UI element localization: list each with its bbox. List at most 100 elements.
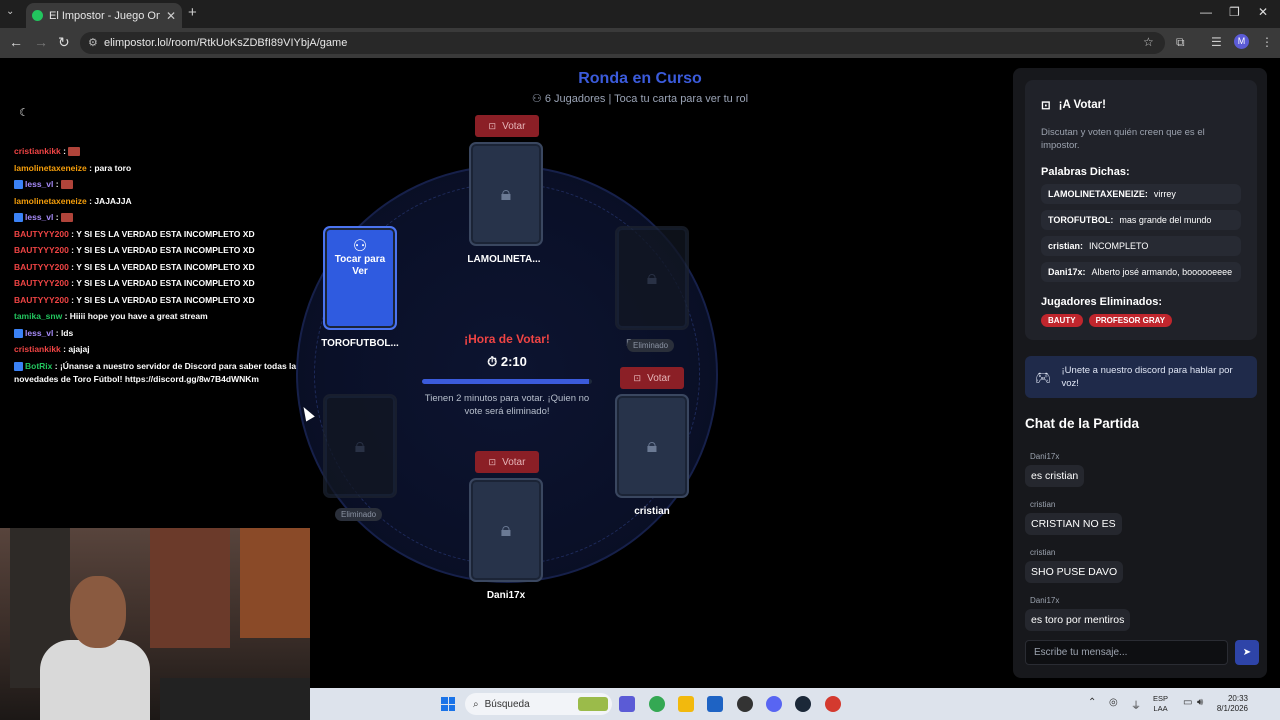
chat-username: cristiankikk xyxy=(14,344,61,354)
stream-chat-line: BAUTYYY200 : Y SI ES LA VERDAD ESTA INCO… xyxy=(14,245,255,255)
round-title: Ronda en Curso xyxy=(578,70,702,87)
vote-hint: Discutan y voten quién creen que es el i… xyxy=(1041,127,1205,151)
vote-button-bottom[interactable]: ⊡ Votar xyxy=(475,451,539,473)
badge-icon xyxy=(14,328,23,338)
discord-taskbar-icon[interactable] xyxy=(766,696,782,712)
chat-message-text: SHO PUSE DAVO xyxy=(1025,561,1124,583)
address-text: elimpostor.lol/room/RtkUoKsZDBfI89VIYbjA… xyxy=(104,37,348,49)
chat-message-text: es cristian xyxy=(1025,465,1085,487)
stream-chat-line: less_vl : xyxy=(14,176,310,193)
address-bar[interactable]: ⚙ elimpostor.lol/room/RtkUoKsZDBfI89VIYb… xyxy=(80,32,1165,54)
chat-username: tamika_snw xyxy=(14,311,63,321)
lock-icon: 🔒︎ xyxy=(646,434,658,457)
eliminated-list: BAUTY PROFESOR GRAY xyxy=(1041,314,1241,327)
chat-text: Y SI ES LA VERDAD ESTA INCOMPLETO XD xyxy=(76,278,255,288)
eliminated-player-pill: PROFESOR GRAY xyxy=(1088,314,1173,327)
words-title: Palabras Dichas: xyxy=(1041,166,1130,178)
tray-app-icon[interactable]: ◎ xyxy=(1109,697,1118,708)
game-app-icon[interactable] xyxy=(825,696,841,712)
chrome-icon[interactable] xyxy=(649,696,665,712)
vote-ballot-icon: ⊡ xyxy=(633,372,642,383)
emote-icon xyxy=(68,147,81,157)
close-window-icon[interactable]: ✕ xyxy=(1258,5,1268,19)
word-player: cristian: xyxy=(1048,241,1084,251)
tab-search-icon[interactable]: ☰ xyxy=(1211,35,1222,49)
forward-arrow-icon[interactable]: → xyxy=(34,34,48,50)
tab-list-chevron-icon[interactable]: ⌄ xyxy=(6,6,14,17)
restore-icon[interactable]: ❐ xyxy=(1229,5,1240,19)
chat-message-text: CRISTIAN NO ES xyxy=(1025,513,1122,535)
browser-toolbar: ← → ↻ ⚙ elimpostor.lol/room/RtkUoKsZDBfI… xyxy=(0,28,1280,58)
back-arrow-icon[interactable]: ← xyxy=(9,34,23,50)
taskbar-app-icon[interactable] xyxy=(619,696,635,712)
players-icon: ⚇ xyxy=(531,93,545,105)
windows-taskbar: ⌕ Búsqueda ⌃ ◎ ⏚ ESP LAA ▭ 🔊︎ 20:33 8/1/20… xyxy=(310,688,1280,720)
new-tab-plus-icon[interactable]: + xyxy=(188,4,197,21)
stream-chat-line: cristiankikk : xyxy=(14,143,310,160)
person-icon: ⚇ xyxy=(352,238,368,255)
vote-button-right[interactable]: ⊡ Votar xyxy=(620,367,684,389)
chat-title: Chat de la Partida xyxy=(1025,416,1140,431)
volume-icon[interactable]: 🔊︎ xyxy=(1197,697,1203,708)
reload-icon[interactable]: ↻ xyxy=(58,34,70,51)
file-explorer-icon[interactable] xyxy=(678,696,694,712)
chat-text: para toro xyxy=(94,162,132,173)
language-indicator[interactable]: ESP LAA xyxy=(1153,694,1168,714)
store-icon[interactable] xyxy=(707,696,723,712)
word-row: LAMOLINETAXENEIZE: virrey xyxy=(1041,184,1241,204)
words-list: LAMOLINETAXENEIZE: virrey TOROFUTBOL: mas g… xyxy=(1041,184,1241,282)
discord-banner[interactable]: 🎮︎ ¡Unete a nuestro discord para hablar … xyxy=(1025,356,1257,398)
network-icon[interactable]: ▭ xyxy=(1183,697,1192,708)
chat-message-user: cristian xyxy=(1030,548,1056,557)
eliminated-player-pill: BAUTY xyxy=(1041,314,1083,327)
browser-tab-active[interactable]: El Impostor - Juego Online par ✕ xyxy=(26,3,182,28)
steam-icon[interactable] xyxy=(795,696,811,712)
menu-kebab-icon[interactable]: ⋮ xyxy=(1261,35,1273,49)
send-icon[interactable]: ➤ xyxy=(1235,640,1259,665)
player-card-right-top: 🔒︎ xyxy=(615,226,689,330)
webcam-feed xyxy=(0,528,310,720)
usb-icon[interactable]: ⏚ xyxy=(1131,697,1141,712)
vote-card-header: ⊡ ¡A Votar! xyxy=(1041,99,1106,112)
chat-message-text: es toro por mentiros xyxy=(1025,609,1131,631)
lock-icon: 🔒︎ xyxy=(354,434,366,457)
obs-icon[interactable] xyxy=(737,696,753,712)
player-card-top: 🔒︎ xyxy=(469,142,543,246)
taskbar-search-label: Búsqueda xyxy=(484,698,530,710)
player-name-right-bottom: cristian xyxy=(634,506,670,517)
player-name-bottom: Dani17x xyxy=(486,590,526,601)
extensions-puzzle-icon[interactable]: ⧉ xyxy=(1176,35,1185,50)
my-card-label: Tocar para Ver xyxy=(334,254,386,277)
vote-info-card: ⊡ ¡A Votar! Discutan y voten quién creen … xyxy=(1025,80,1257,340)
player-card-right-bottom: 🔒︎ xyxy=(615,394,689,498)
site-info-icon[interactable]: ⚙ xyxy=(88,36,98,49)
stream-chat-line: tamika_snw : Hiiii hope you have a great… xyxy=(14,311,208,321)
player-name-left: TOROFUTBOL... xyxy=(321,338,399,349)
discord-icon: 🎮︎ xyxy=(1035,369,1052,385)
vote-heading: ¡Hora de Votar! xyxy=(464,332,550,346)
chat-username: BAUTYYY200 xyxy=(14,245,69,255)
vote-button-top[interactable]: ⊡ Votar xyxy=(475,115,539,137)
chat-message-user: Dani17x xyxy=(1030,452,1060,461)
vote-ballot-icon: ⊡ xyxy=(488,120,497,131)
chat-username: BAUTYYY200 xyxy=(14,278,69,288)
vote-ballot-icon: ⊡ xyxy=(488,456,497,467)
tab-close-icon[interactable]: ✕ xyxy=(166,9,176,23)
game-chat-message: cristian SHO PUSE DAVO xyxy=(1025,548,1124,583)
word-row: TOROFUTBOL: mas grande del mundo xyxy=(1041,210,1241,230)
minimize-icon[interactable]: — xyxy=(1200,5,1212,19)
windows-start-icon[interactable] xyxy=(441,697,455,711)
tab-title: El Impostor - Juego Online par xyxy=(49,9,160,22)
search-icon: ⌕ xyxy=(473,698,479,710)
taskbar-search[interactable]: ⌕ Búsqueda xyxy=(465,693,612,715)
theme-toggle-moon-icon[interactable]: ☾ xyxy=(15,104,33,122)
my-role-card[interactable]: ⚇ Tocar para Ver xyxy=(323,226,397,330)
word-player: LAMOLINETAXENEIZE: xyxy=(1048,189,1148,199)
side-panel: ⊡ ¡A Votar! Discutan y voten quién creen … xyxy=(1013,68,1267,678)
chat-text: lds xyxy=(60,327,74,338)
tray-chevron-up-icon[interactable]: ⌃ xyxy=(1088,697,1096,708)
profile-avatar[interactable]: M xyxy=(1234,34,1249,49)
system-clock[interactable]: 20:33 8/1/2026 xyxy=(1208,694,1248,714)
bookmark-star-icon[interactable]: ☆ xyxy=(1143,35,1154,49)
chat-input[interactable] xyxy=(1025,640,1228,665)
